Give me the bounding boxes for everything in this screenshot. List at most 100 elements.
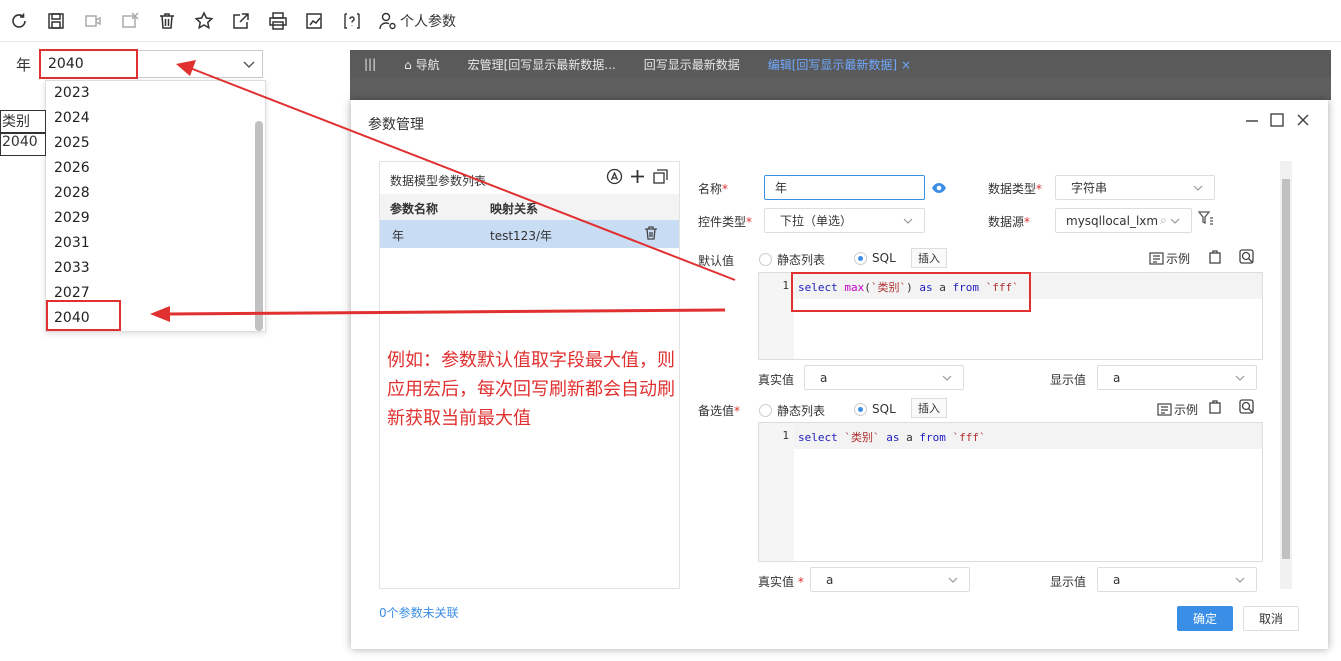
sql-line: select `类别` as a from `fff`: [798, 431, 986, 444]
star-icon[interactable]: [193, 10, 215, 32]
name-input[interactable]: 年: [764, 175, 925, 200]
tab-report[interactable]: 回写显示最新数据: [630, 56, 754, 73]
close-icon[interactable]: [1295, 112, 1311, 128]
help-icon[interactable]: [341, 10, 363, 32]
chevron-down-icon: [1235, 577, 1245, 583]
default-static-radio[interactable]: 静态列表: [759, 251, 825, 268]
year-option[interactable]: 2031: [46, 231, 265, 256]
chevron-down-icon: [1235, 375, 1245, 381]
options-sql-editor[interactable]: 1 select `类别` as a from `fff`: [758, 422, 1263, 562]
year-option[interactable]: 2024: [46, 106, 265, 131]
sample-icon: [1157, 403, 1172, 416]
tab-macro[interactable]: 宏管理[回写显示最新数据...: [454, 56, 630, 73]
display-value-label: 显示值: [1050, 373, 1087, 387]
default-insert-button[interactable]: 插入: [911, 248, 947, 268]
maximize-icon[interactable]: [1269, 112, 1285, 128]
editor-tabs: ||| ⌂ 导航 宏管理[回写显示最新数据... 回写显示最新数据 编辑[回写显…: [350, 50, 1331, 78]
filter-icon[interactable]: [1198, 210, 1214, 226]
menu-icon[interactable]: |||: [350, 57, 390, 71]
year-option[interactable]: 2023: [46, 81, 265, 106]
report-value-cell: 2040: [0, 133, 46, 156]
param-list-header: 参数名称 映射关系: [380, 194, 679, 220]
year-option[interactable]: 2026: [46, 156, 265, 181]
dropdown-scrollbar[interactable]: [255, 121, 263, 331]
personal-params-label: 个人参数: [400, 13, 456, 30]
col-mapping: 映射关系: [490, 202, 539, 216]
year-dropdown: 2023 2024 2025 2026 2028 2029 2031 2033 …: [45, 80, 266, 332]
dialog-title: 参数管理: [368, 117, 424, 133]
copy-icon[interactable]: [652, 168, 669, 185]
line-number: 1: [782, 429, 789, 442]
display-value-select[interactable]: a: [1097, 365, 1257, 390]
editor-toolbar: [350, 78, 1331, 100]
display-value-label-2: 显示值: [1050, 575, 1087, 589]
year-option[interactable]: 2029: [46, 206, 265, 231]
chevron-down-icon: [903, 218, 913, 224]
chevron-down-icon: [243, 61, 255, 68]
options-static-radio[interactable]: 静态列表: [759, 402, 825, 419]
delete-icon[interactable]: [156, 10, 178, 32]
real-value-label: 真实值: [758, 373, 795, 387]
param-label: 年: [16, 56, 32, 74]
preview-icon[interactable]: [1239, 399, 1255, 415]
display-value-select-2[interactable]: a: [1097, 567, 1257, 592]
datasource-select[interactable]: mysqllocal_lxm ⌕: [1055, 208, 1192, 233]
param-row[interactable]: 年 test123/年: [380, 220, 679, 248]
confirm-button[interactable]: 确定: [1177, 606, 1233, 631]
param-row-map: test123/年: [490, 229, 552, 243]
cancel-button[interactable]: 取消: [1243, 606, 1299, 631]
personal-params-button[interactable]: 个人参数: [378, 11, 456, 31]
default-sample-button[interactable]: 示例: [1149, 250, 1190, 267]
param-list-heading: 数据模型参数列表: [390, 174, 487, 188]
control-type-label: 控件类型*: [698, 215, 753, 229]
user-settings-icon: [379, 12, 396, 29]
cancel-edit-icon[interactable]: [119, 10, 141, 32]
options-sql-radio[interactable]: SQL: [854, 402, 896, 416]
unlinked-count[interactable]: 0个参数未关联: [379, 604, 459, 621]
options-insert-button[interactable]: 插入: [911, 398, 947, 418]
print-icon[interactable]: [267, 10, 289, 32]
default-sql-radio[interactable]: SQL: [854, 251, 896, 265]
sample-icon: [1149, 252, 1164, 265]
video-icon[interactable]: [82, 10, 104, 32]
annotation-note: 例如：参数默认值取字段最大值，则应用宏后，每次回写刷新都会自动刷新获取当前最大值: [387, 350, 675, 429]
datatype-select[interactable]: 字符串: [1055, 175, 1215, 200]
auto-icon[interactable]: [606, 168, 623, 185]
chart-export-icon[interactable]: [304, 10, 326, 32]
control-type-select[interactable]: 下拉（单选）: [764, 208, 925, 233]
default-label: 默认值: [698, 254, 735, 268]
toolbar: 个人参数: [0, 0, 1341, 42]
name-label: 名称*: [698, 182, 729, 196]
refresh-icon[interactable]: [8, 10, 30, 32]
chevron-down-icon: [1170, 218, 1180, 224]
chevron-down-icon: [1193, 185, 1203, 191]
share-icon[interactable]: [230, 10, 252, 32]
real-value-label-2: 真实值 *: [758, 575, 804, 589]
real-value-select-2[interactable]: a: [810, 567, 970, 592]
year-option[interactable]: 2025: [46, 131, 265, 156]
save-icon[interactable]: [45, 10, 67, 32]
search-icon: ⌕: [1160, 213, 1167, 227]
trash-icon[interactable]: [643, 225, 659, 241]
eye-icon[interactable]: [931, 180, 947, 196]
datasource-label: 数据源*: [988, 215, 1031, 229]
year-option[interactable]: 2028: [46, 181, 265, 206]
clipboard-icon[interactable]: [1207, 249, 1223, 265]
highlight-sql-box: [791, 272, 1031, 312]
minimize-icon[interactable]: [1244, 112, 1260, 128]
year-option[interactable]: 2033: [46, 256, 265, 281]
datatype-label: 数据类型*: [988, 182, 1043, 196]
chevron-down-icon: [948, 577, 958, 583]
form-scrollbar[interactable]: [1280, 161, 1292, 589]
add-icon[interactable]: [629, 168, 646, 185]
real-value-select[interactable]: a: [804, 365, 964, 390]
report-header-cell: 类别: [0, 110, 46, 133]
options-sample-button[interactable]: 示例: [1157, 401, 1198, 418]
tab-edit[interactable]: 编辑[回写显示最新数据] ×: [754, 56, 925, 73]
line-number: 1: [782, 279, 789, 292]
preview-icon[interactable]: [1239, 249, 1255, 265]
param-row-name: 年: [392, 229, 405, 243]
clipboard-icon[interactable]: [1207, 399, 1223, 415]
tab-nav[interactable]: ⌂ 导航: [390, 56, 453, 73]
col-param-name: 参数名称: [390, 202, 439, 216]
